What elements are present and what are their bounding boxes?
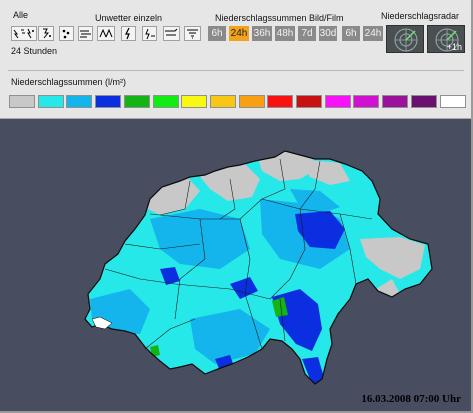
time-button-48h[interactable]: 48h (275, 26, 295, 41)
switzerland-precip-map (84, 150, 433, 385)
legend-swatch (382, 95, 409, 108)
time-button-24h-film[interactable]: 24h (363, 26, 383, 41)
multi-weather-icon[interactable] (11, 26, 37, 41)
legend-swatch (439, 95, 466, 108)
legend-swatch (9, 95, 35, 108)
radar-thumbnail-forecast[interactable]: +1h (427, 25, 465, 53)
legend-swatch (152, 95, 179, 108)
storm-icon[interactable] (97, 26, 115, 41)
time-button-6h[interactable]: 6h (208, 26, 226, 41)
time-button-24h-active[interactable]: 24h (229, 26, 249, 41)
thunderstorm-icon[interactable] (142, 26, 157, 41)
time-button-6h-film[interactable]: 6h (342, 26, 360, 41)
legend-swatch (66, 95, 93, 108)
legend-swatch (410, 95, 437, 108)
rain-drops-icon[interactable] (59, 26, 74, 41)
divider (8, 70, 464, 71)
map-timestamp: 16.03.2008 07:00 Uhr (361, 393, 461, 405)
precip-totals-title: Niederschlagssummen Bild/Film (215, 13, 344, 23)
legend-swatch (238, 95, 265, 108)
wind-icon[interactable] (78, 26, 93, 41)
legend-swatch (37, 95, 64, 108)
precipitation-map: 16.03.2008 07:00 Uhr (0, 119, 471, 411)
legend-swatch (209, 95, 236, 108)
legend-swatch (123, 95, 150, 108)
lightning-icon[interactable] (121, 26, 136, 41)
all-link[interactable]: Alle (13, 10, 28, 20)
legend-swatch (267, 95, 294, 108)
forecast-plus-label: +1h (446, 42, 462, 52)
legend-title: Niederschlagssummen (l/m²) (11, 77, 127, 87)
legend-swatch (181, 95, 208, 108)
time-button-30d[interactable]: 30d (319, 26, 337, 41)
tornado-icon[interactable] (184, 26, 201, 41)
radar-thumbnail-current[interactable] (386, 25, 424, 53)
hours-label: 24 Stunden (11, 46, 58, 56)
time-button-7d[interactable]: 7d (298, 26, 316, 41)
legend-swatch (95, 95, 122, 108)
control-panel: Alle Unwetter einzeln Niederschlagssumme… (0, 0, 473, 119)
legend-swatch (353, 95, 380, 108)
gust-icon[interactable] (163, 26, 180, 41)
severe-weather-title: Unwetter einzeln (95, 13, 163, 23)
legend-swatch (324, 95, 351, 108)
time-button-36h[interactable]: 36h (252, 26, 272, 41)
radar-icon (394, 28, 418, 52)
precip-radar-title: Niederschlagsradar (381, 11, 460, 21)
legend-swatch (296, 95, 322, 108)
lightning-hail-icon[interactable] (38, 26, 54, 41)
